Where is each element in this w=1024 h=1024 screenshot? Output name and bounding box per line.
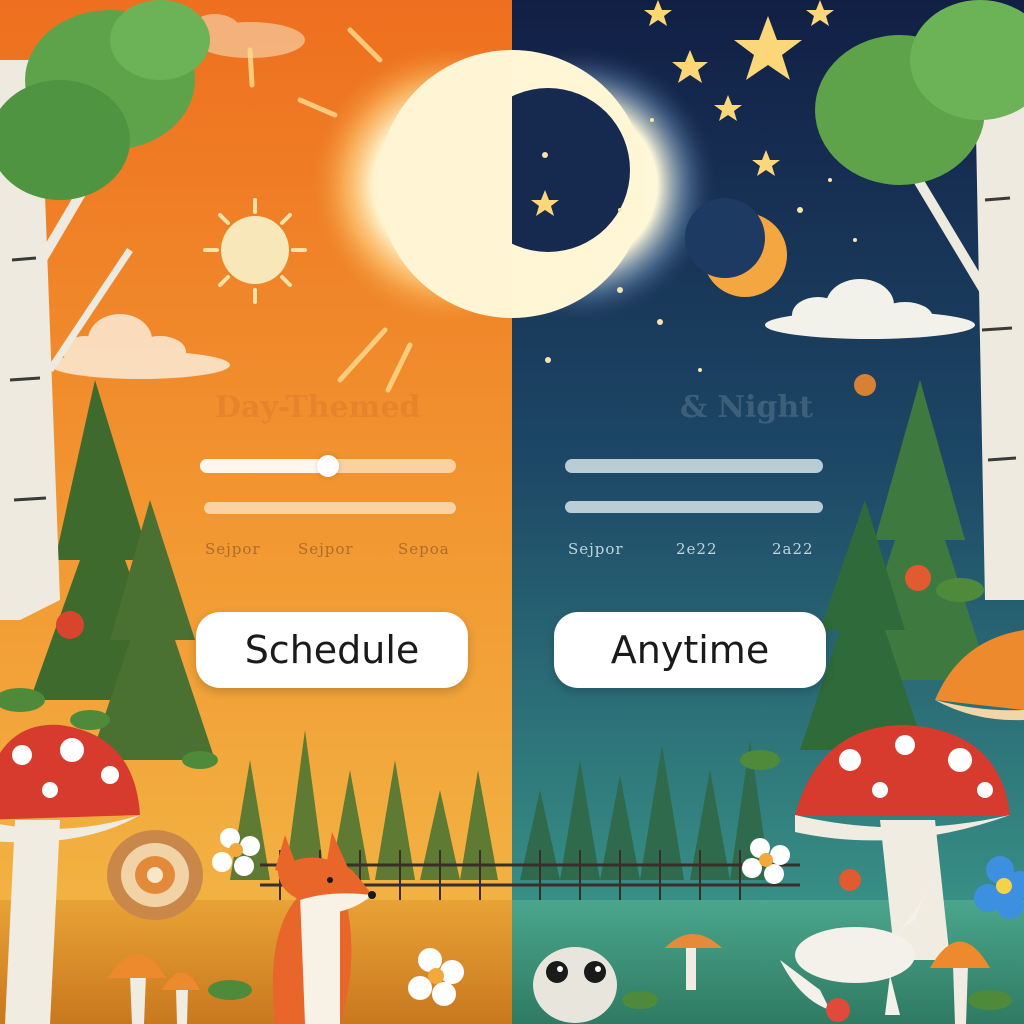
day-night-artwork xyxy=(0,0,1024,1024)
schedule-button[interactable]: Schedule xyxy=(196,612,468,688)
night-slider-secondary[interactable] xyxy=(565,501,823,513)
night-label-1: Sejpor xyxy=(568,540,624,558)
night-slider[interactable] xyxy=(565,459,823,473)
day-label-1: Sejpor xyxy=(205,540,261,558)
night-label-2: 2e22 xyxy=(676,540,718,558)
log-ring-icon xyxy=(107,830,203,920)
day-slider-thumb[interactable] xyxy=(317,455,339,477)
night-label-3: 2a22 xyxy=(772,540,814,558)
illustration-scene: Day-Themed & Night Sejpor Sejpor Sepoa S… xyxy=(0,0,1024,1024)
day-slider-fill xyxy=(200,459,328,473)
day-ghost-title: Day-Themed xyxy=(215,390,421,425)
day-slider-secondary[interactable] xyxy=(204,502,456,514)
day-label-3: Sepoa xyxy=(398,540,450,558)
anytime-button[interactable]: Anytime xyxy=(554,612,826,688)
day-label-2: Sejpor xyxy=(298,540,354,558)
day-slider[interactable] xyxy=(200,455,456,477)
night-ghost-title: & Night xyxy=(680,390,813,425)
bug-icon xyxy=(533,947,617,1023)
